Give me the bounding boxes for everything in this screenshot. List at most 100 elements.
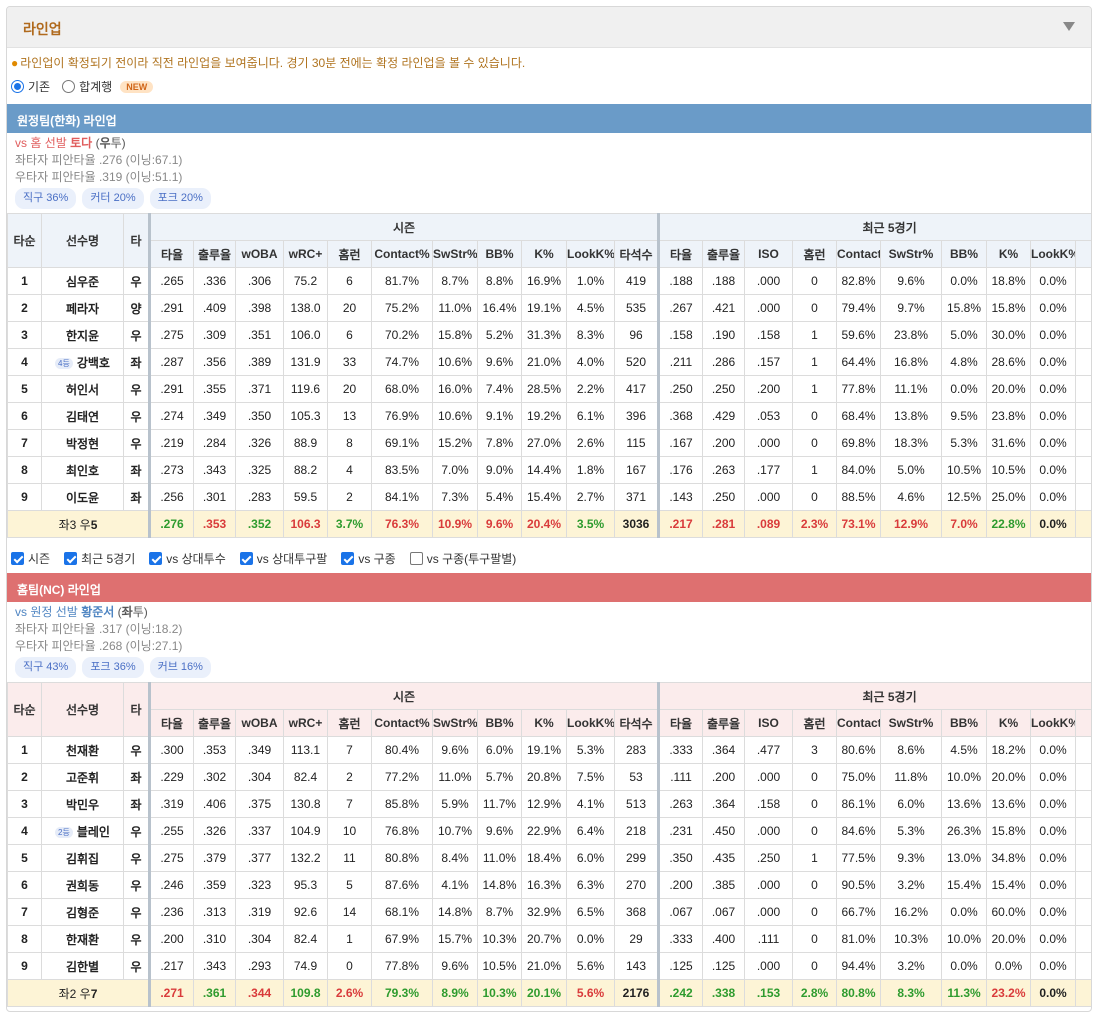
player-name[interactable]: 김휘집 — [66, 852, 99, 866]
col-header-recent-7[interactable]: K% — [986, 709, 1031, 737]
col-header-season-4[interactable]: 홈런 — [327, 240, 372, 268]
col-header-recent-0[interactable]: 타율 — [657, 709, 703, 737]
player-name[interactable]: 심우준 — [66, 275, 99, 289]
player-name[interactable]: 이도윤 — [66, 491, 99, 505]
col-header-recent-3[interactable]: 홈런 — [792, 709, 837, 737]
col-header-season-6[interactable]: SwStr% — [432, 709, 478, 737]
col-header-season-10[interactable]: 타석수 — [614, 709, 659, 737]
col-header-season-1[interactable]: 출루율 — [193, 240, 236, 268]
player-name[interactable]: 천재환 — [66, 744, 99, 758]
player-name-cell[interactable]: 김태연 — [41, 402, 124, 430]
col-header-order[interactable]: 타순 — [7, 682, 42, 737]
col-header-season-10[interactable]: 타석수 — [614, 240, 659, 268]
col-header-name[interactable]: 선수명 — [41, 213, 124, 268]
filter-recent[interactable]: 최근 5경기 — [64, 550, 135, 567]
triangle-down-icon[interactable] — [1063, 22, 1075, 31]
col-header-season-8[interactable]: K% — [521, 709, 567, 737]
col-header-season-7[interactable]: BB% — [477, 709, 522, 737]
col-header-recent-1[interactable]: 출루율 — [702, 709, 745, 737]
col-header-season-7[interactable]: BB% — [477, 240, 522, 268]
col-header-recent-8[interactable]: LookK% — [1030, 240, 1076, 268]
col-header-bat[interactable]: 타 — [123, 682, 150, 737]
player-name[interactable]: 김형준 — [66, 906, 99, 920]
player-name-cell[interactable]: 페라자 — [41, 294, 124, 322]
radio-sum-row-control[interactable] — [62, 80, 76, 93]
player-name-cell[interactable]: 허인서 — [41, 375, 124, 403]
player-name[interactable]: 박정현 — [66, 437, 99, 451]
col-header-season-8[interactable]: K% — [521, 240, 567, 268]
player-name-cell[interactable]: 심우준 — [41, 267, 124, 295]
player-name[interactable]: 권희동 — [66, 879, 99, 893]
filter-season-checkbox[interactable] — [11, 552, 24, 565]
away-pitcher-name[interactable]: 토다 — [70, 136, 92, 150]
col-header-recent-7[interactable]: K% — [986, 240, 1031, 268]
radio-basic[interactable]: 기존 — [11, 78, 50, 95]
filter-season[interactable]: 시즌 — [11, 550, 50, 567]
col-header-recent-6[interactable]: BB% — [941, 709, 987, 737]
player-name-cell[interactable]: 김형준 — [41, 898, 124, 926]
filter-vs-pitcher-checkbox[interactable] — [149, 552, 163, 565]
player-name-cell[interactable]: 한지윤 — [41, 321, 124, 349]
col-header-season-9[interactable]: LookK% — [566, 709, 615, 737]
player-name-cell[interactable]: 박정현 — [41, 429, 124, 457]
player-name-cell[interactable]: 2등 블레인 — [41, 817, 124, 845]
player-name[interactable]: 김한별 — [66, 960, 99, 974]
col-header-season-4[interactable]: 홈런 — [327, 709, 372, 737]
player-name[interactable]: 박민우 — [66, 798, 99, 812]
col-header-recent-3[interactable]: 홈런 — [792, 240, 837, 268]
col-header-season-3[interactable]: wRC+ — [283, 240, 328, 268]
col-header-recent-2[interactable]: ISO — [744, 709, 793, 737]
player-name-cell[interactable]: 한재환 — [41, 925, 124, 953]
col-header-recent-4[interactable]: Contact% — [836, 709, 881, 737]
filter-vs-arm-checkbox[interactable] — [239, 552, 253, 565]
col-header-order[interactable]: 타순 — [7, 213, 42, 268]
player-name-cell[interactable]: 김한별 — [41, 952, 124, 980]
filter-recent-checkbox[interactable] — [64, 552, 78, 565]
col-header-season-2[interactable]: wOBA — [235, 709, 284, 737]
player-name[interactable]: 최인호 — [66, 464, 99, 478]
home-pitcher-name[interactable]: 황준서 — [81, 605, 114, 619]
col-header-season-3[interactable]: wRC+ — [283, 709, 328, 737]
col-header-recent-8[interactable]: LookK% — [1030, 709, 1076, 737]
filter-vs-pitch[interactable]: vs 구종 — [341, 550, 396, 567]
col-header-season-5[interactable]: Contact% — [371, 709, 433, 737]
col-header-season-5[interactable]: Contact% — [371, 240, 433, 268]
player-name-cell[interactable]: 권희동 — [41, 871, 124, 899]
col-header-recent-1[interactable]: 출루율 — [702, 240, 745, 268]
filter-vs-pitcher[interactable]: vs 상대투수 — [149, 550, 226, 567]
col-header-season-9[interactable]: LookK% — [566, 240, 615, 268]
player-name[interactable]: 허인서 — [66, 383, 99, 397]
col-header-season-0[interactable]: 타율 — [148, 240, 194, 268]
col-header-season-2[interactable]: wOBA — [235, 240, 284, 268]
radio-sum-row[interactable]: 합계행 — [62, 78, 112, 95]
col-header-recent-5[interactable]: SwStr% — [880, 709, 942, 737]
col-header-bat[interactable]: 타 — [123, 213, 150, 268]
filter-vs-pitch-arm-checkbox[interactable] — [409, 552, 423, 565]
col-header-season-1[interactable]: 출루율 — [193, 709, 236, 737]
player-name[interactable]: 고준휘 — [66, 771, 99, 785]
col-header-season-0[interactable]: 타율 — [148, 709, 194, 737]
filter-vs-arm[interactable]: vs 상대투구팔 — [239, 550, 327, 567]
player-name[interactable]: 김태연 — [66, 410, 99, 424]
player-name[interactable]: 한지윤 — [66, 329, 99, 343]
col-header-recent-2[interactable]: ISO — [744, 240, 793, 268]
player-name[interactable]: 한재환 — [66, 933, 99, 947]
player-name-cell[interactable]: 고준휘 — [41, 763, 124, 791]
player-name-cell[interactable]: 최인호 — [41, 456, 124, 484]
col-header-name[interactable]: 선수명 — [41, 682, 124, 737]
radio-basic-control[interactable] — [11, 80, 24, 93]
player-name-cell[interactable]: 이도윤 — [41, 483, 124, 511]
col-header-recent-0[interactable]: 타율 — [657, 240, 703, 268]
panel-header[interactable]: 라인업 — [7, 7, 1091, 48]
player-name[interactable]: 블레인 — [77, 825, 110, 839]
col-header-recent-6[interactable]: BB% — [941, 240, 987, 268]
player-name[interactable]: 페라자 — [66, 302, 99, 316]
player-name[interactable]: 강백호 — [77, 356, 110, 370]
col-header-recent-5[interactable]: SwStr% — [880, 240, 942, 268]
player-name-cell[interactable]: 김휘집 — [41, 844, 124, 872]
col-header-recent-4[interactable]: Contact% — [836, 240, 881, 268]
player-name-cell[interactable]: 천재환 — [41, 736, 124, 764]
col-header-season-6[interactable]: SwStr% — [432, 240, 478, 268]
player-name-cell[interactable]: 박민우 — [41, 790, 124, 818]
filter-vs-pitch-checkbox[interactable] — [341, 552, 355, 565]
